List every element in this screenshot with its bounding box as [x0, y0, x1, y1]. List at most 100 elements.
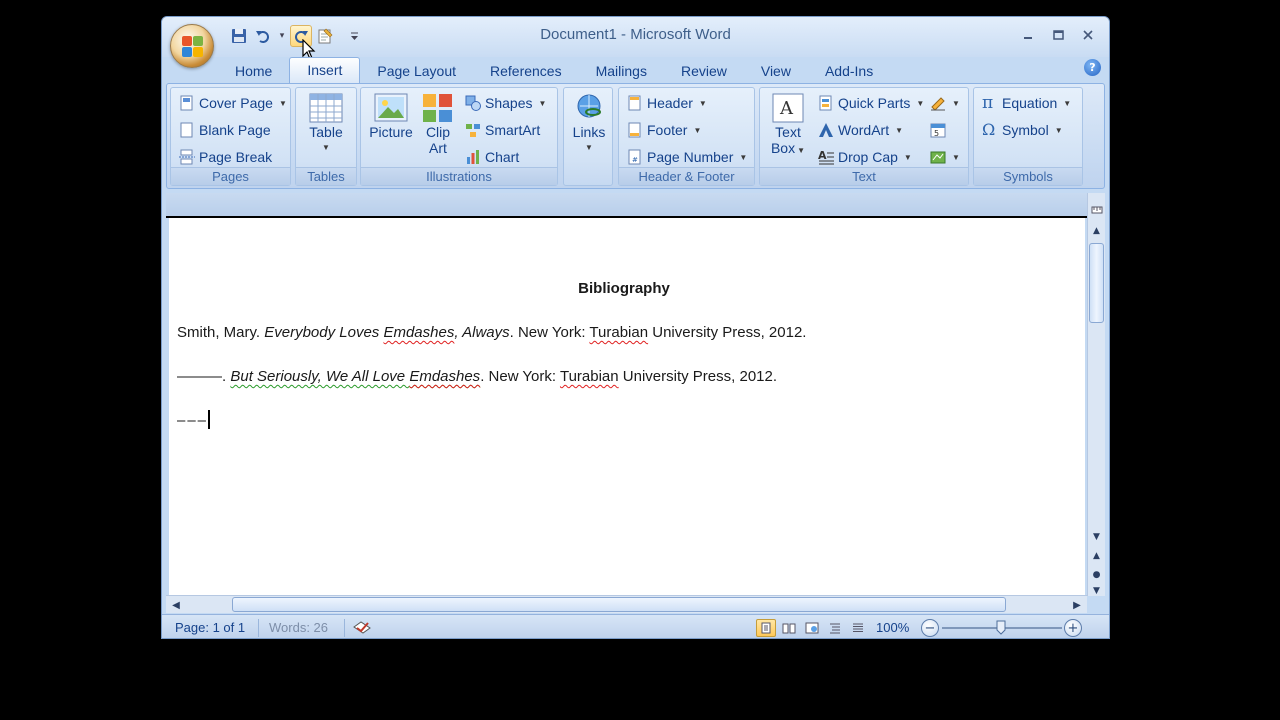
proofing-status[interactable] [352, 615, 372, 638]
header-button[interactable]: Header ▼ [627, 92, 707, 114]
print-layout-view-button[interactable] [756, 619, 776, 637]
status-separator [258, 619, 259, 637]
customize-qat-dropdown[interactable] [348, 25, 360, 47]
horizontal-scrollbar[interactable]: ◀ ▶ [166, 595, 1087, 613]
undo-button[interactable] [252, 25, 274, 47]
next-page-button[interactable]: ▼ [1088, 586, 1105, 596]
group-label-text: Text [760, 167, 968, 185]
close-button[interactable] [1073, 23, 1103, 47]
help-icon[interactable]: ? [1084, 59, 1101, 76]
object-button[interactable]: ▼ [930, 146, 960, 168]
footer-button[interactable]: Footer ▼ [627, 119, 701, 141]
links-button[interactable]: Links ▼ [567, 92, 611, 156]
quick-parts-button[interactable]: Quick Parts ▼ [818, 92, 924, 114]
undo-icon [256, 31, 269, 43]
footer-label: Footer [647, 122, 688, 138]
chevron-down-icon: ▼ [916, 98, 925, 108]
quick-parts-label: Quick Parts [838, 95, 911, 111]
outline-view-button[interactable] [825, 619, 845, 637]
symbol-label: Symbol [1002, 122, 1049, 138]
office-button[interactable] [170, 24, 214, 68]
page-break-icon [179, 149, 195, 165]
text-box-button[interactable]: A Text Box ▼ [764, 92, 812, 159]
document-page[interactable]: Bibliography Smith, Mary. Everybody Love… [169, 218, 1085, 596]
chevron-down-icon: ▼ [1054, 125, 1063, 135]
minimize-button[interactable] [1013, 23, 1043, 47]
maximize-button[interactable] [1043, 23, 1073, 47]
table-label: Table [309, 124, 343, 140]
wordart-button[interactable]: WordArt ▼ [818, 119, 903, 141]
customize-icon [350, 32, 358, 40]
tab-home[interactable]: Home [218, 61, 289, 83]
scroll-left-button[interactable]: ◀ [168, 597, 184, 613]
signature-line-button[interactable]: ▼ [930, 92, 960, 114]
drop-cap-icon: A [818, 149, 834, 165]
chevron-down-icon: ▼ [739, 152, 748, 162]
word-count[interactable]: Words: 26 [269, 615, 328, 638]
omega-icon: Ω [982, 120, 996, 139]
links-icon [577, 94, 601, 118]
entry1-title-a: Everybody Loves [264, 324, 384, 341]
date-time-button[interactable]: 5 [930, 119, 946, 141]
entry2-dashes: ———. [177, 368, 227, 385]
svg-text:5: 5 [934, 129, 939, 138]
page-number-button[interactable]: # Page Number ▼ [627, 146, 747, 168]
picture-button[interactable]: Picture [365, 92, 417, 140]
text-box-label-2-wrap: Box ▼ [771, 140, 805, 159]
equation-button[interactable]: π Equation ▼ [982, 92, 1071, 114]
cover-page-button[interactable]: Cover Page ▼ [179, 92, 287, 114]
pi-icon: π [982, 93, 994, 113]
page-count[interactable]: Page: 1 of 1 [175, 615, 245, 638]
smartart-button[interactable]: SmartArt [465, 119, 540, 141]
status-separator [344, 619, 345, 637]
ruler-area [166, 193, 1087, 218]
zoom-out-button[interactable]: − [921, 619, 939, 637]
tab-insert[interactable]: Insert [289, 57, 361, 83]
scroll-down-button[interactable]: ▼ [1088, 529, 1105, 545]
tab-add-ins[interactable]: Add-Ins [808, 61, 890, 83]
text-caret [208, 410, 211, 429]
blank-page-button[interactable]: Blank Page [179, 119, 271, 141]
web-layout-view-button[interactable] [802, 619, 822, 637]
quick-print-button[interactable] [314, 25, 336, 47]
previous-page-button[interactable]: ▲ [1088, 548, 1105, 564]
chevron-down-icon: ▼ [698, 98, 707, 108]
scroll-up-button[interactable]: ▲ [1088, 223, 1105, 239]
tab-mailings[interactable]: Mailings [579, 61, 664, 83]
vertical-scroll-thumb[interactable] [1089, 243, 1104, 323]
view-ruler-button[interactable] [1088, 202, 1105, 218]
zoom-level[interactable]: 100% [876, 615, 909, 638]
zoom-slider-thumb[interactable] [996, 620, 1006, 635]
zoom-in-button[interactable]: + [1064, 619, 1082, 637]
shapes-icon [465, 95, 481, 111]
save-button[interactable] [228, 25, 250, 47]
full-screen-reading-view-button[interactable] [779, 619, 799, 637]
footer-icon [628, 122, 641, 138]
chart-button[interactable]: Chart [465, 146, 519, 168]
print-layout-icon [761, 622, 771, 634]
tab-page-layout[interactable]: Page Layout [360, 61, 473, 83]
tab-references[interactable]: References [473, 61, 579, 83]
window-controls [1013, 23, 1103, 47]
symbol-button[interactable]: Ω Symbol ▼ [982, 119, 1063, 141]
tab-view[interactable]: View [744, 61, 808, 83]
header-label: Header [647, 95, 693, 111]
reading-icon [782, 623, 796, 634]
select-browse-object-button[interactable]: ● [1088, 567, 1105, 583]
entry2-publisher: Turabian [559, 368, 619, 385]
page-break-button[interactable]: Page Break [179, 146, 272, 168]
outline-icon [830, 623, 840, 634]
undo-dropdown[interactable]: ▾ [276, 25, 288, 47]
entry2-title-a: But Seriously, We All Love [230, 368, 410, 385]
group-symbols: π Equation ▼ Ω Symbol ▼ Symbols [973, 87, 1083, 186]
horizontal-scroll-thumb[interactable] [232, 597, 1006, 612]
chevron-down-icon: ▼ [585, 143, 593, 152]
scroll-right-button[interactable]: ▶ [1069, 597, 1085, 613]
table-button[interactable]: Table ▼ [306, 92, 346, 156]
tab-review[interactable]: Review [664, 61, 744, 83]
draft-view-button[interactable] [848, 619, 868, 637]
shapes-button[interactable]: Shapes ▼ [465, 92, 546, 114]
drop-cap-button[interactable]: A Drop Cap ▼ [818, 146, 912, 168]
clip-art-button[interactable]: Clip Art [417, 92, 459, 156]
vertical-scrollbar[interactable]: ▲ ▼ ▲ ● ▼ [1087, 193, 1105, 596]
